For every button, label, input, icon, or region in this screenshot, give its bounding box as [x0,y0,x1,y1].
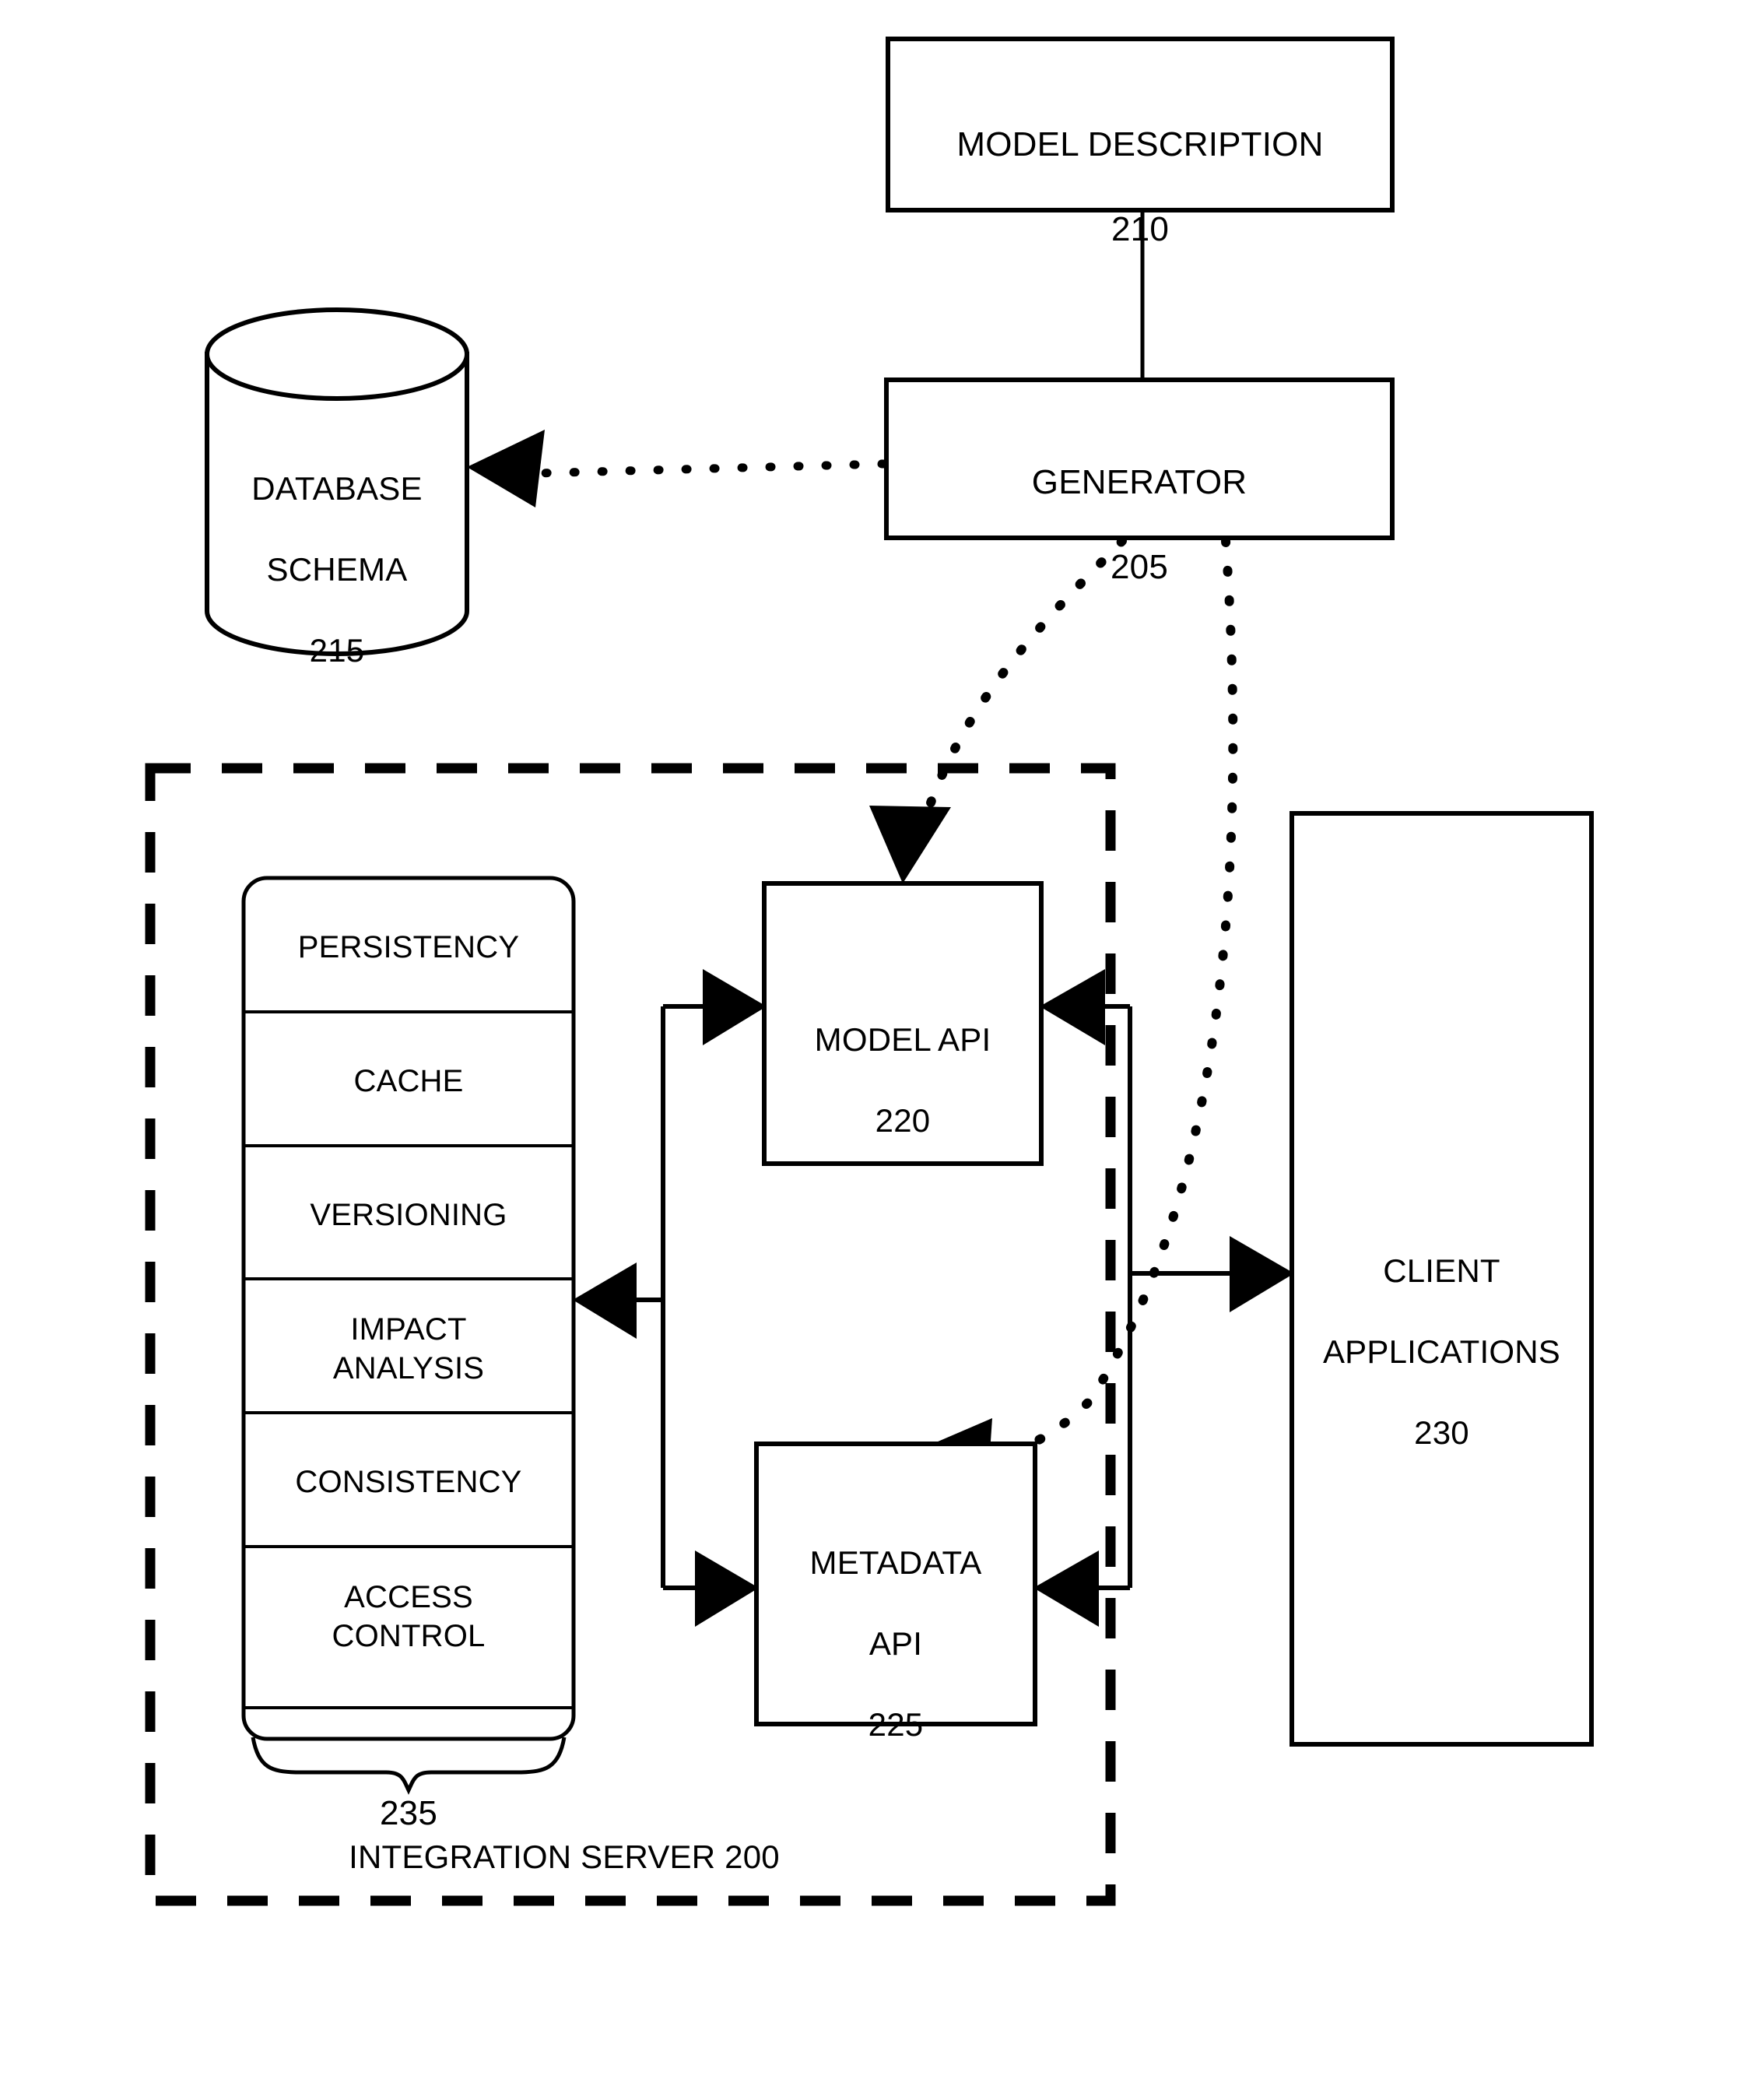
service-row-persistency[interactable]: PERSISTENCY [244,929,574,967]
client-applications-ref: 230 [1414,1414,1469,1452]
service-row-consistency[interactable]: CONSISTENCY [244,1463,574,1502]
arrowhead-into-services-stack [573,1262,637,1339]
connector-generator-to-database-dotted [532,459,888,478]
metadata-api-ref: 225 [868,1706,924,1744]
arrowhead-into-model-api-left [703,969,767,1045]
service-row-access-control[interactable]: ACCESS CONTROL [244,1579,574,1656]
arrowhead-into-model-api-right [1040,969,1105,1045]
arrowhead-to-database-schema [467,430,545,507]
model-api-label: MODEL API 220 [814,1021,991,1140]
integration-server-caption: INTEGRATION SERVER 200 [349,1838,780,1875]
model-api-ref: 220 [875,1102,931,1140]
arrowhead-into-metadata-api-left [695,1550,759,1627]
figure-canvas: MODEL DESCRIPTION 210 GENERATOR 205 DATA… [0,0,1758,2100]
metadata-api-label: METADATA API 225 [809,1544,982,1744]
services-stack-brace-ref: 235 [379,1794,437,1832]
generator-ref: 205 [1110,547,1168,586]
model-description-label: MODEL DESCRIPTION 210 [956,125,1324,248]
services-stack-brace [251,1737,567,1795]
arrowhead-to-metadata-api-top [914,1418,992,1498]
client-applications-label: CLIENT APPLICATIONS 230 [1322,1252,1561,1452]
generator-label: GENERATOR 205 [1031,462,1247,586]
arrowhead-to-model-api-top [869,806,951,883]
service-row-impact-analysis[interactable]: IMPACT ANALYSIS [244,1311,574,1388]
model-description-ref: 210 [1111,209,1169,248]
arrowhead-into-metadata-api-right [1033,1550,1099,1627]
service-row-cache[interactable]: CACHE [244,1062,574,1101]
arrowhead-into-client-applications [1230,1236,1294,1312]
database-schema-ref: 215 [309,632,365,669]
database-schema-label: DATABASE SCHEMA 215 [251,470,423,669]
service-row-versioning[interactable]: VERSIONING [244,1196,574,1235]
